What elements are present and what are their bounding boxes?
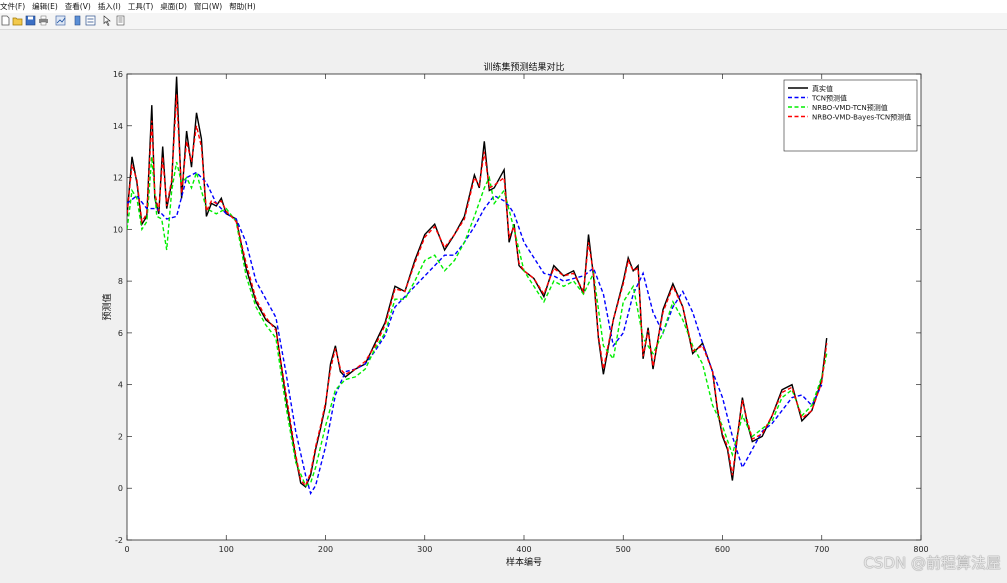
insert-legend-icon[interactable] — [85, 15, 96, 26]
insert-colorbar-icon[interactable] — [72, 15, 83, 26]
y-tick-label: 0 — [118, 484, 123, 493]
y-tick-label: 16 — [113, 70, 123, 79]
figure-area: 0 100 200 300 400 500 600 700 800 -2 0 2 4 6 8 10 12 14 16… — [0, 30, 1007, 579]
y-tick-label: 6 — [118, 329, 123, 338]
x-tick-label: 600 — [715, 545, 730, 554]
menu-view[interactable]: 查看(V) — [65, 0, 91, 13]
x-tick-label: 0 — [124, 545, 129, 554]
x-tick-label: 300 — [417, 545, 432, 554]
y-tick-label: 2 — [118, 432, 123, 441]
print-icon[interactable] — [38, 15, 49, 26]
x-tick-label: 100 — [219, 545, 234, 554]
menu-insert[interactable]: 插入(I) — [98, 0, 121, 13]
link-plot-icon[interactable] — [55, 15, 66, 26]
x-axis-label: 样本编号 — [506, 556, 542, 568]
legend-label-1: TCN预测值 — [811, 94, 847, 103]
legend-label-2: NRBO-VMD-TCN预测值 — [812, 103, 888, 112]
line-chart[interactable]: 0 100 200 300 400 500 600 700 800-20246810121416… — [0, 30, 1007, 579]
property-inspector-icon[interactable] — [115, 15, 126, 26]
menu-edit[interactable]: 编辑(E) — [32, 0, 58, 13]
y-tick-label: 4 — [118, 381, 123, 390]
save-icon[interactable] — [25, 15, 36, 26]
watermark: CSDN @前程算法屋 — [863, 554, 1001, 572]
edit-plot-arrow-icon[interactable] — [102, 15, 113, 26]
chart-title: 训练集预测结果对比 — [483, 61, 564, 73]
y-tick-label: -2 — [115, 536, 123, 545]
x-tick-label: 400 — [516, 545, 531, 554]
menu-window[interactable]: 窗口(W) — [194, 0, 222, 13]
y-axis-label: 预测值 — [101, 293, 113, 320]
y-tick-label: 12 — [113, 174, 123, 183]
x-tick-label: 700 — [814, 545, 829, 554]
y-tick-label: 10 — [113, 225, 123, 234]
legend-label-3: NRBO-VMD-Bayes-TCN预测值 — [812, 113, 911, 122]
toolbar — [0, 13, 1007, 30]
menu-desktop[interactable]: 桌面(D) — [160, 0, 187, 13]
open-folder-icon[interactable] — [12, 15, 23, 26]
menu-file[interactable]: 文件(F) — [0, 0, 25, 13]
menu-help[interactable]: 帮助(H) — [229, 0, 256, 13]
menu-bar: 文件(F) 编辑(E) 查看(V) 插入(I) 工具(T) 桌面(D) 窗口(W) 帮助(H) — [0, 0, 1007, 13]
x-tick-label: 200 — [318, 545, 333, 554]
menu-tools[interactable]: 工具(T) — [128, 0, 153, 13]
legend-label-0: 真实值 — [812, 84, 833, 93]
new-file-icon[interactable] — [0, 15, 11, 26]
y-tick-label: 8 — [118, 277, 123, 286]
y-tick-label: 14 — [113, 122, 123, 131]
x-tick-label: 500 — [616, 545, 631, 554]
